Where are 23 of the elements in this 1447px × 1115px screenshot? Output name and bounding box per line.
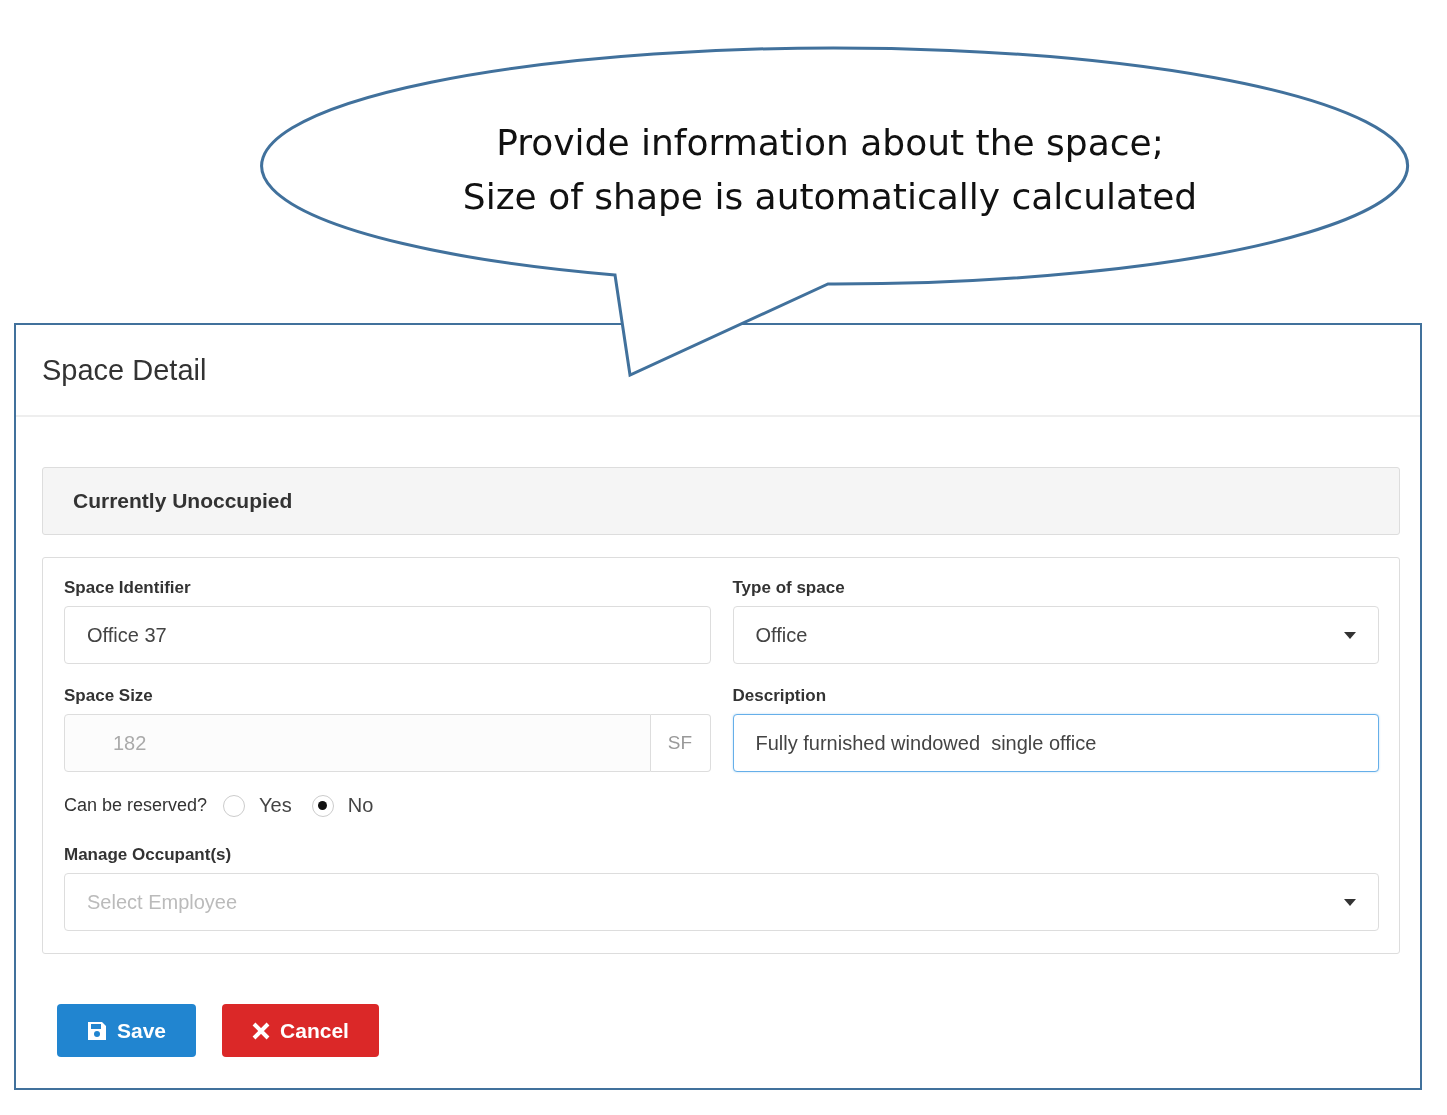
radio-label[interactable]: No (347, 794, 374, 817)
panel-title: Space Detail (42, 353, 207, 387)
field-label: Space Identifier (64, 578, 191, 598)
cancel-button[interactable]: Cancel (222, 1004, 379, 1057)
text-input[interactable]: Fully furnished windowed single office (732, 714, 1379, 772)
save-button[interactable]: Save (57, 1004, 197, 1057)
field-label: Type of space (732, 578, 845, 598)
select-dropdown[interactable]: Office (732, 606, 1379, 664)
field-label: Can be reserved? (64, 795, 208, 816)
caret-icon (1344, 898, 1356, 906)
field-label: Space Size (64, 686, 153, 706)
radio-button[interactable] (223, 794, 246, 817)
unit-addon: SF (650, 714, 711, 772)
field-label: Manage Occupant(s) (64, 845, 232, 865)
callout-text: Provide information about the space; Size of shape is automatically calculated (461, 121, 1199, 219)
field-label: Description (732, 686, 827, 706)
radio-label[interactable]: Yes (259, 794, 292, 817)
radio-button[interactable] (311, 794, 334, 817)
text-input[interactable]: Office 37 (64, 606, 711, 664)
caret-icon (1344, 631, 1356, 639)
close-icon (252, 1021, 271, 1040)
status-text: Currently Unoccupied (73, 489, 293, 513)
save-icon (87, 1020, 107, 1041)
